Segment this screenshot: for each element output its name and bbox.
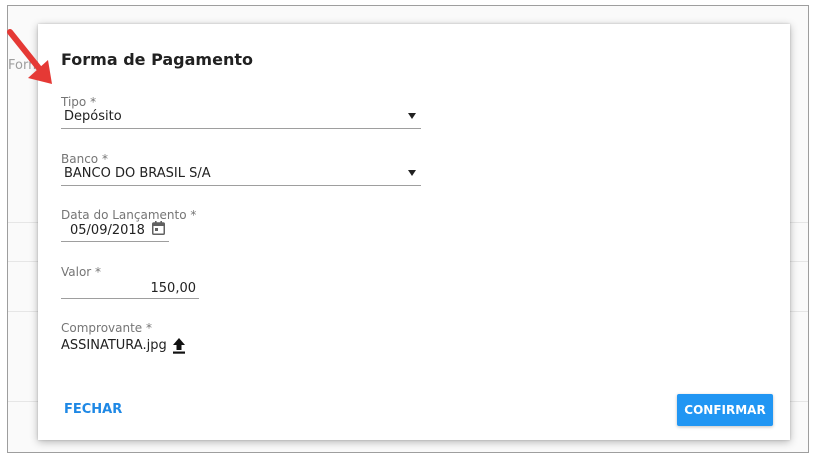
payment-dialog: Forma de Pagamento Tipo * Depósito Banco… (38, 24, 790, 440)
dialog-title: Forma de Pagamento (61, 50, 253, 69)
banco-select[interactable]: BANCO DO BRASIL S/A (61, 164, 421, 186)
banco-value: BANCO DO BRASIL S/A (64, 166, 211, 181)
comprovante-file-name: ASSINATURA.jpg (61, 338, 167, 353)
data-input[interactable]: 05/09/2018 (61, 220, 169, 242)
calendar-icon[interactable] (152, 221, 165, 235)
fechar-button[interactable]: FECHAR (56, 394, 130, 424)
upload-icon[interactable] (172, 338, 186, 354)
data-value: 05/09/2018 (70, 223, 145, 238)
red-arrow-icon (7, 29, 52, 84)
valor-value: 150,00 (150, 281, 197, 296)
comprovante-label: Comprovante * (61, 321, 153, 335)
valor-input[interactable]: 150,00 (61, 277, 199, 299)
chevron-down-icon (408, 113, 416, 119)
tipo-value: Depósito (64, 109, 122, 124)
confirmar-button[interactable]: CONFIRMAR (677, 394, 773, 426)
chevron-down-icon (408, 170, 416, 176)
tipo-select[interactable]: Depósito (61, 107, 421, 129)
